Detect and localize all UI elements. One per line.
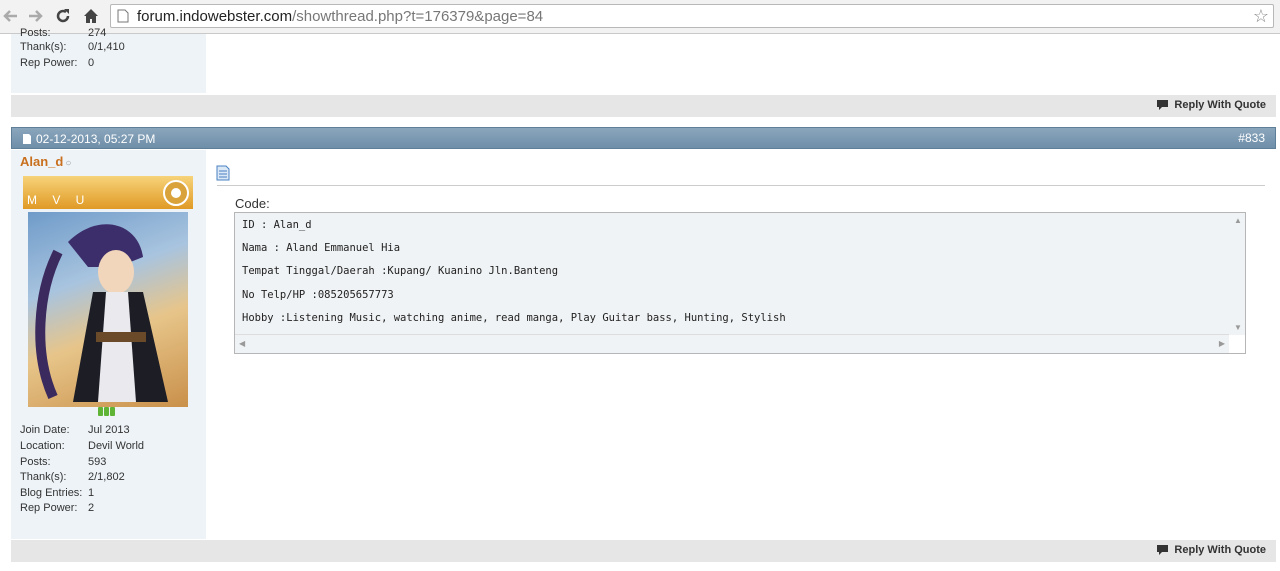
post-title-divider: [217, 185, 1265, 186]
prev-rep-row: Rep Power: 0: [20, 57, 95, 69]
post-header-bar: 02-12-2013, 05:27 PM #833: [11, 127, 1276, 149]
code-vertical-scrollbar[interactable]: ▲ ▼: [1229, 213, 1245, 335]
scrollbar-corner: [1229, 335, 1245, 353]
location-row: Location: Devil World: [20, 440, 145, 452]
url-text: forum.indowebster.com/showthread.php?t=1…: [137, 8, 543, 25]
username-link[interactable]: Alan_d ○: [20, 154, 71, 169]
avatar-image: [35, 224, 168, 402]
code-label: Code:: [235, 196, 270, 211]
url-domain: forum.indowebster.com: [137, 8, 293, 25]
forward-button[interactable]: [24, 5, 46, 27]
reload-button[interactable]: [52, 5, 74, 27]
thanks-row: Thank(s): 2/1,802: [20, 471, 125, 483]
url-path: /showthread.php?t=176379&page=84: [292, 8, 544, 25]
reload-icon: [56, 9, 70, 23]
address-bar[interactable]: forum.indowebster.com/showthread.php?t=1…: [110, 4, 1274, 28]
offline-dot-icon: ○: [65, 158, 72, 169]
scroll-up-icon[interactable]: ▲: [1234, 216, 1242, 225]
browser-toolbar: forum.indowebster.com/showthread.php?t=1…: [0, 0, 1280, 34]
code-line: Hobby :Listening Music, watching anime, …: [242, 312, 786, 324]
rank-banner: M V U: [23, 176, 193, 209]
scroll-right-icon[interactable]: ▶: [1219, 339, 1225, 348]
page-icon: [117, 9, 129, 23]
scroll-left-icon[interactable]: ◀: [239, 339, 245, 348]
code-line: Tempat Tinggal/Daerah :Kupang/ Kuanino J…: [242, 265, 559, 277]
prev-posts-row: Posts: 274: [20, 27, 107, 39]
code-line: Nama : Aland Emmanuel Hia: [242, 242, 401, 254]
code-line: ID : Alan_d: [242, 219, 312, 231]
blog-entries-row: Blog Entries: 1: [20, 487, 95, 499]
prev-post-footer: Reply With Quote: [11, 95, 1276, 117]
prev-thanks-row: Thank(s): 0/1,410: [20, 41, 125, 53]
code-line: No Telp/HP :085205657773: [242, 289, 394, 301]
join-date-row: Join Date: Jul 2013: [20, 424, 130, 436]
quote-bubble-icon: [1157, 545, 1169, 555]
back-icon: [3, 10, 17, 22]
forum-page: Posts: 274 Thank(s): 0/1,410 Rep Power: 0 R…: [0, 27, 1280, 571]
prev-post-userinfo: Posts: 274 Thank(s): 0/1,410 Rep Power: 0: [11, 27, 206, 93]
reply-with-quote-button[interactable]: Reply With Quote: [1156, 99, 1266, 111]
home-icon: [84, 9, 98, 23]
rank-emblem-icon: [163, 180, 189, 206]
home-button[interactable]: [80, 5, 102, 27]
post-date: 02-12-2013, 05:27 PM: [22, 132, 155, 146]
quote-bubble-icon: [1157, 100, 1169, 110]
post-footer: Reply With Quote: [11, 540, 1276, 562]
post-number-link[interactable]: #833: [1238, 131, 1265, 145]
reply-with-quote-button[interactable]: Reply With Quote: [1156, 544, 1266, 556]
forward-icon: [29, 10, 43, 22]
avatar[interactable]: [28, 212, 188, 407]
code-block[interactable]: ID : Alan_d Nama : Aland Emmanuel Hia Te…: [234, 212, 1246, 354]
post-userinfo: Alan_d ○ M V U Join Date: Jul 2013 Locatio…: [11, 150, 206, 539]
post-message-icon: [216, 165, 230, 181]
bookmark-star-icon[interactable]: ☆: [1253, 6, 1269, 26]
rep-power-row: Rep Power: 2: [20, 502, 95, 514]
post-icon: [23, 134, 31, 144]
code-horizontal-scrollbar[interactable]: ◀ ▶: [235, 334, 1229, 353]
posts-row: Posts: 593: [20, 456, 107, 468]
reputation-pips: [98, 407, 115, 416]
back-button[interactable]: [0, 5, 22, 27]
scroll-down-icon[interactable]: ▼: [1234, 323, 1242, 332]
